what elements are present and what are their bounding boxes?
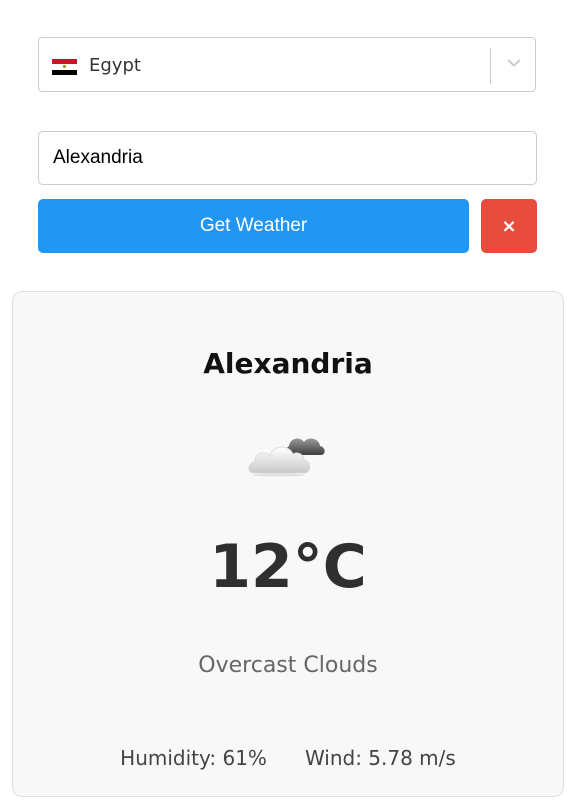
- weather-card: Alexandria 12°C Overcast Clouds Humidity…: [12, 291, 564, 797]
- overcast-clouds-icon: [248, 438, 325, 477]
- wind-value: Wind: 5.78 m/s: [304, 746, 456, 770]
- egypt-flag-icon: [52, 59, 77, 75]
- weather-city-name: Alexandria: [203, 347, 373, 380]
- clear-button[interactable]: ×: [481, 199, 537, 253]
- temperature: 12°C: [209, 532, 367, 602]
- city-input[interactable]: [38, 131, 537, 185]
- select-separator: [490, 48, 491, 84]
- humidity-value: Humidity: 61%: [120, 746, 267, 770]
- weather-stats: Humidity: 61% Wind: 5.78 m/s: [13, 745, 563, 771]
- country-select-value: Egypt: [89, 55, 141, 76]
- chevron-down-icon[interactable]: [505, 54, 523, 72]
- country-select[interactable]: Egypt: [38, 37, 536, 92]
- get-weather-button[interactable]: Get Weather: [38, 199, 469, 253]
- weather-description: Overcast Clouds: [198, 653, 378, 678]
